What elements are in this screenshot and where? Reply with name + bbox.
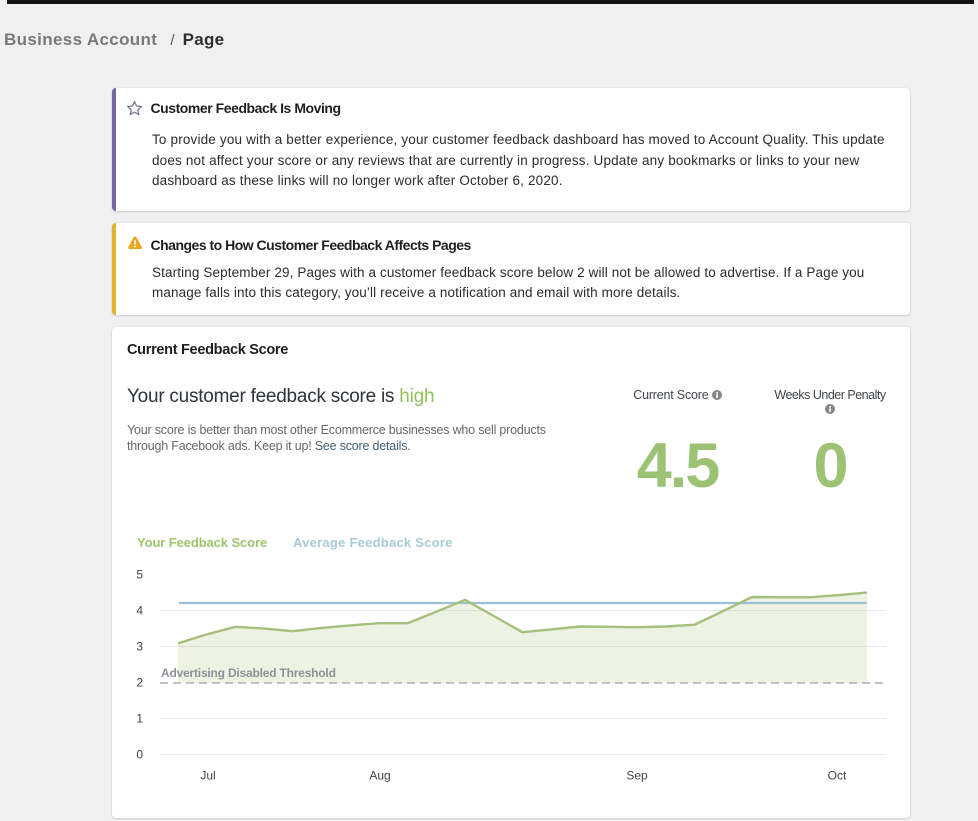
svg-text:Oct: Oct (828, 769, 847, 783)
svg-text:2: 2 (136, 676, 143, 690)
svg-text:1: 1 (136, 712, 143, 726)
svg-text:4: 4 (136, 604, 143, 618)
svg-text:Jul: Jul (200, 769, 215, 783)
svg-text:5: 5 (136, 568, 143, 582)
svg-text:Advertising Disabled Threshold: Advertising Disabled Threshold (161, 666, 336, 680)
svg-text:Aug: Aug (369, 769, 390, 783)
svg-text:0: 0 (136, 748, 143, 762)
svg-text:Sep: Sep (626, 769, 648, 783)
svg-text:3: 3 (136, 640, 143, 654)
